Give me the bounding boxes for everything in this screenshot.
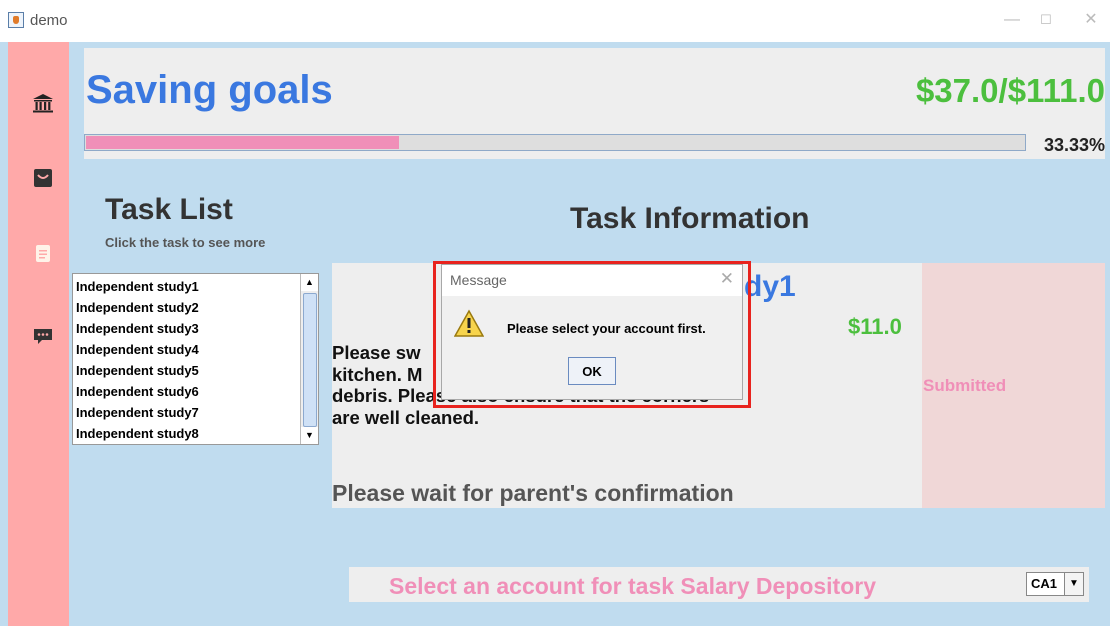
dialog-close-button[interactable]: ✕ bbox=[720, 269, 734, 289]
task-amount: $11.0 bbox=[848, 314, 902, 339]
scroll-down-arrow-icon[interactable]: ▼ bbox=[301, 427, 318, 444]
list-item[interactable]: Independent study3 bbox=[76, 318, 199, 339]
saving-progress-bar bbox=[84, 134, 1026, 151]
window-title: demo bbox=[30, 12, 68, 29]
task-list-subtitle: Click the task to see more bbox=[105, 235, 266, 250]
saving-amount: $37.0/$111.0 bbox=[915, 72, 1105, 109]
window-titlebar: demo — ☐ ✕ bbox=[0, 0, 1110, 42]
close-window-button[interactable]: ✕ bbox=[1081, 10, 1101, 30]
account-selected-value: CA1 bbox=[1031, 576, 1058, 591]
bank-icon[interactable] bbox=[32, 92, 54, 114]
clipboard-icon[interactable] bbox=[32, 242, 54, 264]
list-item[interactable]: Independent study2 bbox=[76, 297, 199, 318]
shopping-bag-icon[interactable] bbox=[32, 167, 54, 189]
list-item[interactable]: Independent study6 bbox=[76, 381, 199, 402]
dialog-message: Please select your account first. bbox=[507, 321, 706, 336]
account-select-prompt: Select an account for task Salary Deposi… bbox=[389, 573, 877, 599]
progress-percent: 33.33% bbox=[1043, 135, 1105, 155]
dialog-titlebar: Message ✕ bbox=[442, 265, 742, 296]
scroll-thumb[interactable] bbox=[303, 293, 317, 427]
task-name: dy1 bbox=[744, 270, 796, 303]
scroll-up-arrow-icon[interactable]: ▲ bbox=[301, 274, 318, 291]
chevron-down-icon[interactable]: ▼ bbox=[1064, 573, 1083, 595]
task-status: Submitted bbox=[923, 376, 1007, 395]
list-item[interactable]: Independent study4 bbox=[76, 339, 199, 360]
progress-fill bbox=[86, 136, 400, 149]
saving-goals-panel: Saving goals $37.0/$111.0 33.33% bbox=[84, 48, 1105, 159]
wait-confirmation-text: Please wait for parent's confirmation bbox=[332, 480, 734, 506]
ok-button[interactable]: OK bbox=[568, 357, 616, 385]
minimize-button[interactable]: — bbox=[1002, 10, 1022, 30]
task-list-scrollbar[interactable]: ▲ ▼ bbox=[300, 274, 318, 444]
java-app-icon bbox=[8, 12, 24, 28]
saving-goals-title: Saving goals bbox=[86, 68, 333, 112]
account-select-dropdown[interactable]: CA1 ▼ bbox=[1026, 572, 1084, 596]
list-item[interactable]: Independent study1 bbox=[76, 276, 199, 297]
warning-icon bbox=[454, 309, 484, 337]
account-select-bar: Select an account for task Salary Deposi… bbox=[349, 567, 1089, 602]
maximize-button[interactable]: ☐ bbox=[1036, 10, 1056, 30]
message-dialog: Message ✕ Please select your account fir… bbox=[441, 264, 743, 400]
list-item[interactable]: Independent study5 bbox=[76, 360, 199, 381]
sidebar bbox=[8, 42, 69, 626]
task-list[interactable]: Independent study1 Independent study2 In… bbox=[72, 273, 319, 445]
list-item[interactable]: Independent study7 bbox=[76, 402, 199, 423]
chat-icon[interactable] bbox=[32, 325, 54, 347]
list-item[interactable]: Independent study8 bbox=[76, 423, 199, 444]
task-info-title: Task Information bbox=[570, 202, 810, 235]
description-line: are well cleaned. bbox=[332, 406, 480, 428]
task-list-title: Task List bbox=[105, 193, 233, 226]
dialog-title: Message bbox=[450, 272, 507, 288]
